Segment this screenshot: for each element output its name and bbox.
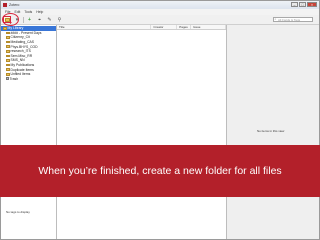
folder-icon xyxy=(6,63,10,67)
collection-label: Citizenry_Cit xyxy=(10,35,30,40)
main-panes: My Library #### - Present Days Citizenry… xyxy=(1,25,319,239)
column-pages[interactable]: Pages xyxy=(177,25,192,29)
collection-label: Mediating_CAS xyxy=(10,40,35,45)
new-item-button[interactable]: + xyxy=(26,16,34,23)
search-input[interactable]: All Fields & Tags xyxy=(273,17,313,22)
column-title[interactable]: Title xyxy=(57,25,152,29)
title-bar: Zotero – □ × xyxy=(1,1,319,9)
trash-icon xyxy=(6,77,9,81)
collection-label: SMS_NN xyxy=(10,58,25,63)
folder-icon xyxy=(6,68,10,71)
folder-icon xyxy=(6,54,10,58)
collection-label: My Library xyxy=(7,26,24,31)
no-items-message: No items in this view xyxy=(257,129,285,133)
close-button[interactable]: × xyxy=(307,2,317,7)
column-issue[interactable]: Issue xyxy=(191,25,227,29)
collection-label: Sem.Misc_RR xyxy=(10,53,33,58)
collection-label: Trash xyxy=(9,76,19,81)
collection-label: Unfiled Items xyxy=(10,72,31,77)
folder-icon xyxy=(6,40,10,44)
items-column-header: Title Creator Pages Issue xyxy=(57,25,227,30)
collection-label: My Publications xyxy=(10,63,35,68)
collection-trash[interactable]: Trash xyxy=(1,77,56,82)
new-note-button[interactable]: ✎ xyxy=(46,16,54,23)
folder-icon xyxy=(6,59,10,62)
items-pane: Title Creator Pages Issue xyxy=(57,25,227,239)
toolbar-separator xyxy=(23,16,24,23)
add-by-identifier-button[interactable]: ⌖ xyxy=(36,16,44,23)
stage: Zotero – □ × File Edit Tools Help ▾ + ⌖ … xyxy=(0,0,320,240)
column-creator[interactable]: Creator xyxy=(151,25,178,29)
library-icon xyxy=(3,27,7,30)
collection-label: research_ITS xyxy=(10,49,31,54)
attachment-button[interactable]: ⚲ xyxy=(56,16,64,23)
instruction-banner: When you’re finished, create a new folde… xyxy=(0,145,320,197)
green-plus-icon: + xyxy=(28,16,31,23)
collection-label: Phys.BHYS_COD xyxy=(10,44,38,49)
menu-help[interactable]: Help xyxy=(36,10,43,14)
no-tags-message: No tags to display xyxy=(6,210,30,214)
app-window: Zotero – □ × File Edit Tools Help ▾ + ⌖ … xyxy=(0,0,320,240)
maximize-button[interactable]: □ xyxy=(299,2,306,7)
toolbar: ▾ + ⌖ ✎ ⚲ All Fields & Tags xyxy=(1,15,319,25)
window-controls: – □ × xyxy=(291,2,317,7)
menu-tools[interactable]: Tools xyxy=(24,10,32,14)
folder-icon xyxy=(6,49,10,53)
zotero-app-icon xyxy=(3,3,7,7)
instruction-text: When you’re finished, create a new folde… xyxy=(38,165,282,177)
collection-label: Duplicate Items xyxy=(10,67,34,72)
folder-icon xyxy=(6,72,10,76)
highlight-arrow-annotation xyxy=(9,20,12,24)
minimize-button[interactable]: – xyxy=(291,2,298,7)
folder-icon xyxy=(6,36,10,39)
collection-label: #### - Present Days xyxy=(10,30,42,35)
item-pane: No items in this view xyxy=(227,25,319,239)
window-title: Zotero xyxy=(9,3,20,7)
folder-icon xyxy=(6,31,10,35)
folder-icon xyxy=(6,45,10,48)
